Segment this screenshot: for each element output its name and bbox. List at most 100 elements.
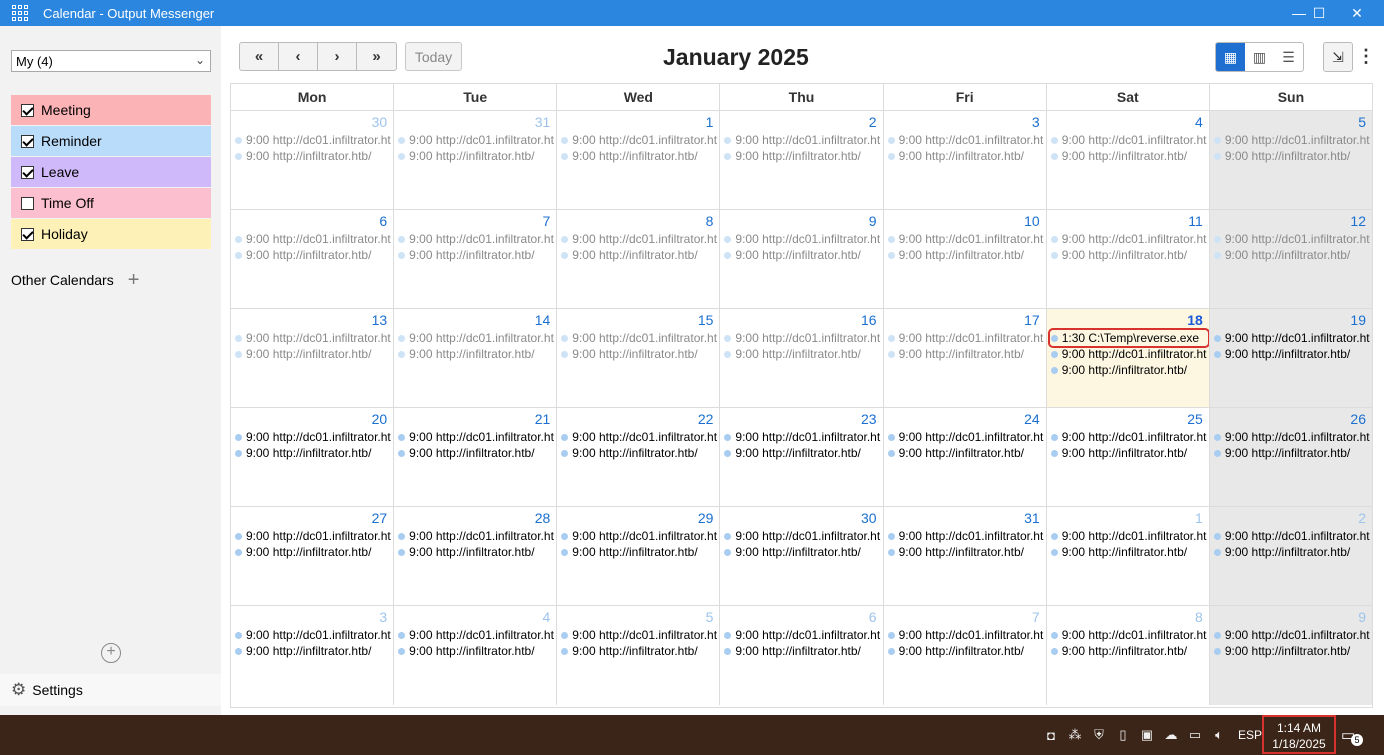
- calendar-event[interactable]: 9:00 http://infiltrator.htb/: [235, 446, 371, 460]
- calendar-event[interactable]: 9:00 http://infiltrator.htb/: [1213, 149, 1350, 163]
- calendar-event[interactable]: 9:00 http://infiltrator.htb/: [1050, 149, 1187, 163]
- calendar-event[interactable]: 9:00 http://infiltrator.htb/: [1050, 363, 1187, 377]
- day-cell[interactable]: 29 9:00 http://dc01.infiltrator.ht 9:00 ht…: [557, 507, 721, 605]
- calendar-event[interactable]: 9:00 http://infiltrator.htb/: [398, 347, 535, 361]
- day-cell[interactable]: 5 9:00 http://dc01.infiltrator.ht 9:00 htt…: [557, 606, 721, 705]
- day-cell[interactable]: 27 9:00 http://dc01.infiltrator.ht 9:00 ht…: [231, 507, 395, 605]
- calendar-item[interactable]: Time Off: [11, 188, 211, 218]
- calendar-event[interactable]: 9:00 http://infiltrator.htb/: [235, 545, 371, 559]
- day-cell[interactable]: 3 9:00 http://dc01.infiltrator.ht 9:00 htt…: [883, 111, 1047, 209]
- calendar-event[interactable]: 9:00 http://dc01.infiltrator.ht: [561, 133, 717, 147]
- calendar-event[interactable]: 9:00 http://dc01.infiltrator.ht: [724, 133, 880, 147]
- calendar-event[interactable]: 9:00 http://dc01.infiltrator.ht: [1213, 133, 1370, 147]
- volume-icon[interactable]: 🔈︎: [1211, 727, 1227, 743]
- calendar-event[interactable]: 9:00 http://dc01.infiltrator.ht: [887, 430, 1043, 444]
- calendar-item[interactable]: Reminder: [11, 126, 211, 156]
- day-cell[interactable]: 5 9:00 http://dc01.infiltrator.ht 9:00 htt…: [1209, 111, 1372, 209]
- day-cell[interactable]: 2 9:00 http://dc01.infiltrator.ht 9:00 htt…: [1209, 507, 1372, 605]
- day-cell[interactable]: 7 9:00 http://dc01.infiltrator.ht 9:00 htt…: [394, 210, 558, 308]
- calendar-event[interactable]: 9:00 http://infiltrator.htb/: [1050, 446, 1187, 460]
- calendar-event[interactable]: 9:00 http://infiltrator.htb/: [235, 347, 371, 361]
- calendar-event[interactable]: 9:00 http://dc01.infiltrator.ht: [235, 133, 391, 147]
- calendar-event[interactable]: 9:00 http://infiltrator.htb/: [887, 248, 1024, 262]
- day-cell[interactable]: 15 9:00 http://dc01.infiltrator.ht 9:00 ht…: [557, 309, 721, 407]
- prev-button[interactable]: ‹: [279, 43, 318, 70]
- calendar-event[interactable]: 9:00 http://infiltrator.htb/: [724, 545, 861, 559]
- day-cell[interactable]: 11 9:00 http://dc01.infiltrator.ht 9:00 ht…: [1046, 210, 1210, 308]
- calendar-checkbox[interactable]: [21, 103, 34, 117]
- calendar-event[interactable]: 9:00 http://dc01.infiltrator.ht: [398, 430, 554, 444]
- calendar-event[interactable]: 9:00 http://infiltrator.htb/: [724, 347, 861, 361]
- day-cell[interactable]: 8 9:00 http://dc01.infiltrator.ht 9:00 htt…: [557, 210, 721, 308]
- calendar-event[interactable]: 9:00 http://infiltrator.htb/: [398, 248, 535, 262]
- calendar-event[interactable]: 9:00 http://dc01.infiltrator.ht: [724, 232, 880, 246]
- calendar-event[interactable]: 9:00 http://dc01.infiltrator.ht: [887, 232, 1043, 246]
- calendar-event[interactable]: 9:00 http://dc01.infiltrator.ht: [561, 331, 717, 345]
- day-cell[interactable]: 20 9:00 http://dc01.infiltrator.ht 9:00 ht…: [231, 408, 395, 506]
- day-cell[interactable]: 31 9:00 http://dc01.infiltrator.ht 9:00 ht…: [394, 111, 558, 209]
- calendar-event[interactable]: 9:00 http://dc01.infiltrator.ht: [398, 529, 554, 543]
- day-cell[interactable]: 30 9:00 http://dc01.infiltrator.ht 9:00 ht…: [720, 507, 884, 605]
- day-cell[interactable]: 7 9:00 http://dc01.infiltrator.ht 9:00 htt…: [883, 606, 1047, 705]
- calendar-event[interactable]: 9:00 http://dc01.infiltrator.ht: [1050, 133, 1206, 147]
- calendar-event[interactable]: 9:00 http://infiltrator.htb/: [1213, 545, 1350, 559]
- day-cell[interactable]: 9 9:00 http://dc01.infiltrator.ht 9:00 htt…: [1209, 606, 1372, 705]
- network-icon[interactable]: ▭: [1187, 727, 1203, 743]
- calendar-item[interactable]: Leave: [11, 157, 211, 187]
- meet-now-icon[interactable]: ◘: [1043, 727, 1059, 743]
- calendar-event[interactable]: 9:00 http://dc01.infiltrator.ht: [1213, 232, 1370, 246]
- day-cell[interactable]: 22 9:00 http://dc01.infiltrator.ht 9:00 ht…: [557, 408, 721, 506]
- calendar-event[interactable]: 9:00 http://infiltrator.htb/: [398, 446, 535, 460]
- calendar-event[interactable]: 9:00 http://infiltrator.htb/: [1213, 248, 1350, 262]
- calendar-event[interactable]: 9:00 http://infiltrator.htb/: [887, 149, 1024, 163]
- usb-icon[interactable]: ▯: [1115, 727, 1131, 743]
- maximize-icon[interactable]: ☐: [1300, 0, 1338, 26]
- day-cell[interactable]: 25 9:00 http://dc01.infiltrator.ht 9:00 ht…: [1046, 408, 1210, 506]
- calendar-event[interactable]: 9:00 http://infiltrator.htb/: [561, 644, 698, 658]
- day-cell[interactable]: 31 9:00 http://dc01.infiltrator.ht 9:00 ht…: [883, 507, 1047, 605]
- day-cell[interactable]: 8 9:00 http://dc01.infiltrator.ht 9:00 htt…: [1046, 606, 1210, 705]
- next-button[interactable]: ›: [318, 43, 357, 70]
- calendar-event[interactable]: 1:30 C:\Temp\reverse.exe: [1047, 328, 1209, 348]
- calendar-event[interactable]: 9:00 http://dc01.infiltrator.ht: [398, 331, 554, 345]
- clock[interactable]: 1:14 AM 1/18/2025: [1262, 715, 1336, 754]
- calendar-event[interactable]: 9:00 http://dc01.infiltrator.ht: [235, 529, 391, 543]
- day-cell[interactable]: 4 9:00 http://dc01.infiltrator.ht 9:00 htt…: [394, 606, 558, 705]
- calendar-event[interactable]: 9:00 http://infiltrator.htb/: [1213, 347, 1350, 361]
- day-cell[interactable]: 3 9:00 http://dc01.infiltrator.ht 9:00 htt…: [231, 606, 395, 705]
- calendar-checkbox[interactable]: [21, 134, 34, 148]
- calendar-event[interactable]: 9:00 http://dc01.infiltrator.ht: [1050, 430, 1206, 444]
- calendar-event[interactable]: 9:00 http://infiltrator.htb/: [724, 248, 861, 262]
- day-cell[interactable]: 17 9:00 http://dc01.infiltrator.ht 9:00 ht…: [883, 309, 1047, 407]
- calendar-event[interactable]: 9:00 http://dc01.infiltrator.ht: [561, 430, 717, 444]
- calendar-event[interactable]: 9:00 http://infiltrator.htb/: [1213, 644, 1350, 658]
- day-cell[interactable]: 21 9:00 http://dc01.infiltrator.ht 9:00 ht…: [394, 408, 558, 506]
- calendar-event[interactable]: 9:00 http://infiltrator.htb/: [398, 149, 535, 163]
- day-cell[interactable]: 26 9:00 http://dc01.infiltrator.ht 9:00 ht…: [1209, 408, 1372, 506]
- notification-icon[interactable]: ▭ 5: [1341, 726, 1363, 746]
- first-button[interactable]: «: [240, 43, 279, 70]
- calendar-event[interactable]: 9:00 http://dc01.infiltrator.ht: [235, 232, 391, 246]
- calendar-event[interactable]: 9:00 http://infiltrator.htb/: [1213, 446, 1350, 460]
- calendar-event[interactable]: 9:00 http://dc01.infiltrator.ht: [398, 628, 554, 642]
- day-cell[interactable]: 9 9:00 http://dc01.infiltrator.ht 9:00 htt…: [720, 210, 884, 308]
- calendar-event[interactable]: 9:00 http://infiltrator.htb/: [561, 347, 698, 361]
- calendar-event[interactable]: 9:00 http://dc01.infiltrator.ht: [398, 133, 554, 147]
- calendar-event[interactable]: 9:00 http://infiltrator.htb/: [561, 545, 698, 559]
- day-cell[interactable]: 1 9:00 http://dc01.infiltrator.ht 9:00 htt…: [557, 111, 721, 209]
- day-cell[interactable]: 23 9:00 http://dc01.infiltrator.ht 9:00 ht…: [720, 408, 884, 506]
- calendar-event[interactable]: 9:00 http://infiltrator.htb/: [887, 347, 1024, 361]
- calendar-checkbox[interactable]: [21, 227, 34, 241]
- calendar-event[interactable]: 9:00 http://dc01.infiltrator.ht: [887, 529, 1043, 543]
- calendar-event[interactable]: 9:00 http://dc01.infiltrator.ht: [724, 331, 880, 345]
- security-shield-icon[interactable]: ⛨: [1091, 727, 1107, 743]
- calendar-checkbox[interactable]: [21, 196, 34, 210]
- day-cell[interactable]: 19 9:00 http://dc01.infiltrator.ht 9:00 ht…: [1209, 309, 1372, 407]
- calendar-event[interactable]: 9:00 http://dc01.infiltrator.ht: [1050, 347, 1206, 361]
- calendar-event[interactable]: 9:00 http://dc01.infiltrator.ht: [724, 628, 880, 642]
- calendar-event[interactable]: 9:00 http://infiltrator.htb/: [1050, 248, 1187, 262]
- calendar-event[interactable]: 9:00 http://dc01.infiltrator.ht: [1213, 628, 1370, 642]
- calendar-event[interactable]: 9:00 http://dc01.infiltrator.ht: [561, 232, 717, 246]
- last-button[interactable]: »: [357, 43, 396, 70]
- day-cell[interactable]: 4 9:00 http://dc01.infiltrator.ht 9:00 htt…: [1046, 111, 1210, 209]
